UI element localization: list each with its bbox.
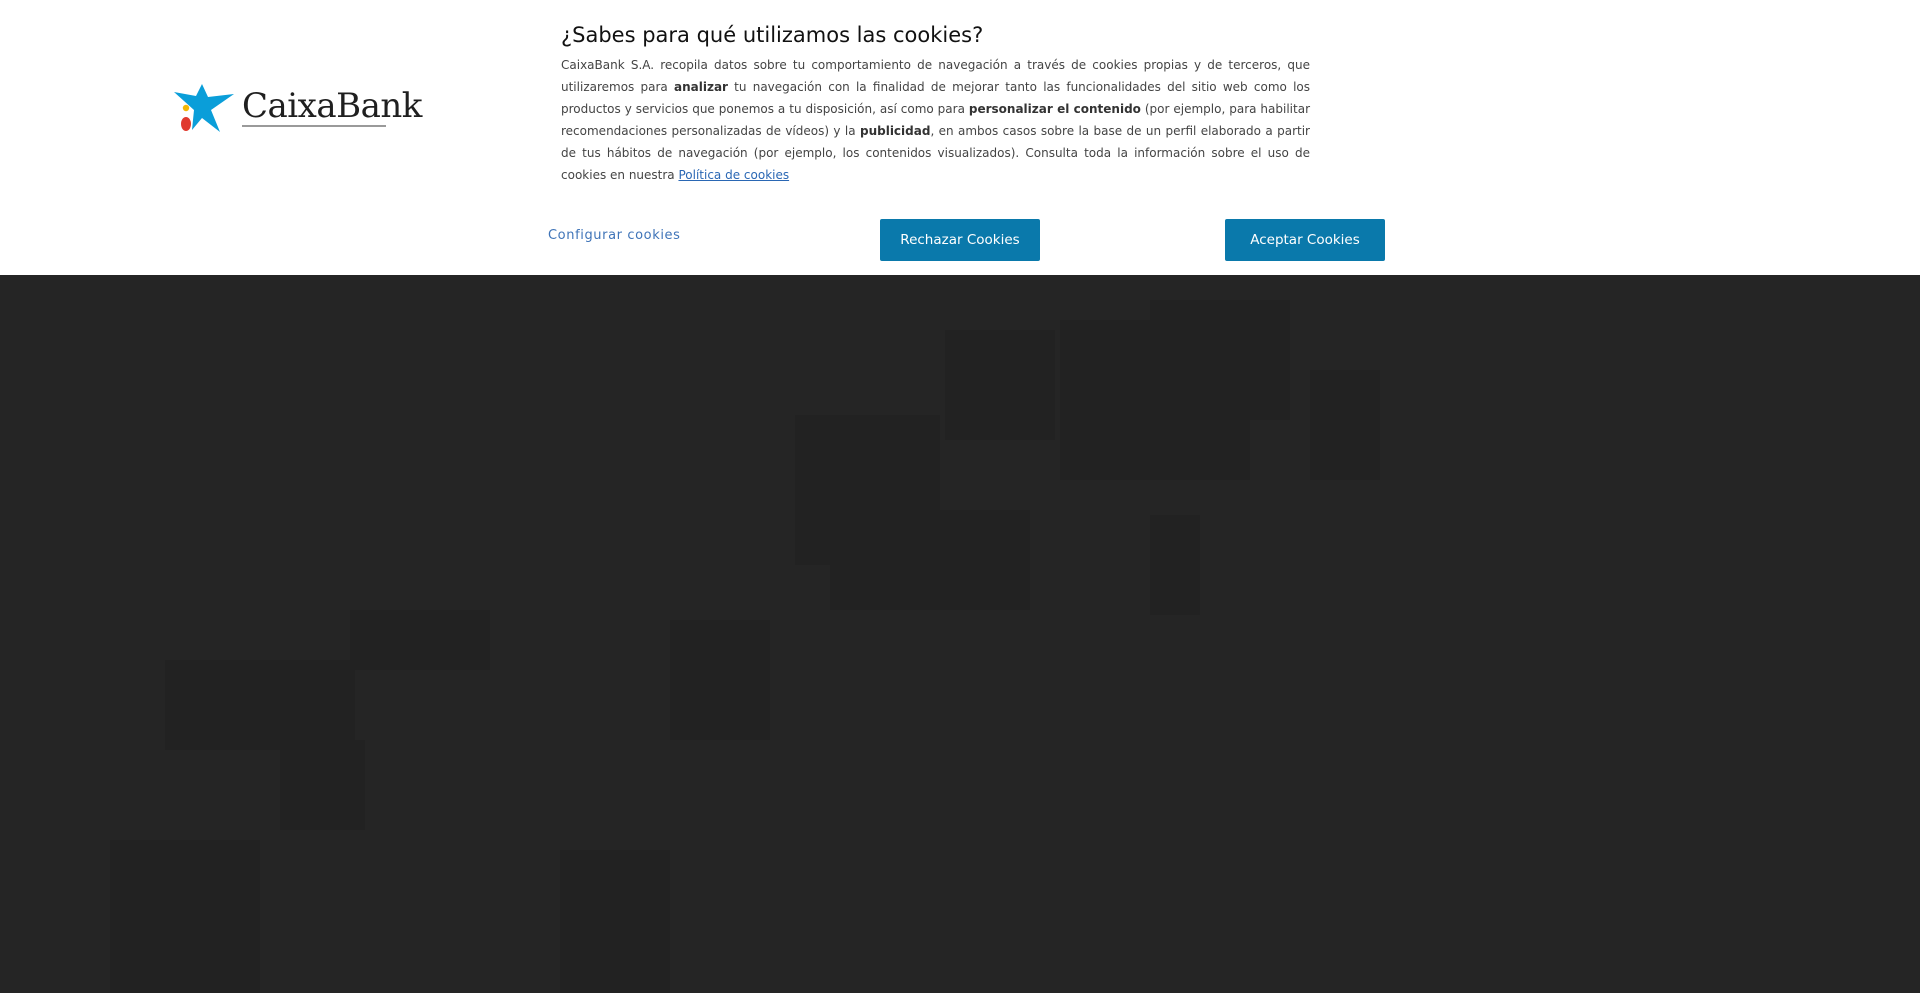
logo-underline	[242, 125, 386, 127]
background-shape	[280, 740, 365, 830]
background-shape	[945, 330, 1055, 440]
background-shape	[110, 840, 260, 993]
background-shape	[560, 850, 670, 993]
reject-cookies-button[interactable]: Rechazar Cookies	[880, 219, 1040, 261]
star-icon	[174, 84, 234, 132]
background-shape	[165, 660, 355, 750]
cookie-banner: CaixaBank ¿Sabes para qué utilizamos las…	[0, 0, 1920, 275]
background-shape	[1150, 515, 1200, 615]
dot-red	[181, 117, 191, 131]
cookie-banner-description: CaixaBank S.A. recopila datos sobre tu c…	[561, 54, 1310, 186]
cookie-banner-title: ¿Sabes para qué utilizamos las cookies?	[561, 23, 984, 47]
configure-cookies-link[interactable]: Configurar cookies	[548, 226, 681, 246]
description-bold-publicidad: publicidad	[859, 124, 931, 138]
background-shape	[1310, 370, 1380, 480]
accept-cookies-button[interactable]: Aceptar Cookies	[1225, 219, 1385, 261]
background-shape	[1150, 300, 1290, 420]
caixabank-logo: CaixaBank	[174, 84, 422, 134]
background-shape	[830, 510, 1030, 610]
description-bold-analizar: analizar	[674, 80, 728, 94]
description-bold-personalizar: personalizar el contenido	[968, 102, 1141, 116]
dot-yellow	[182, 104, 190, 112]
cookie-policy-link[interactable]: Política de cookies	[678, 168, 789, 182]
background-shape	[670, 620, 770, 740]
background-shape	[350, 610, 490, 670]
logo-wordmark: CaixaBank	[242, 86, 422, 126]
